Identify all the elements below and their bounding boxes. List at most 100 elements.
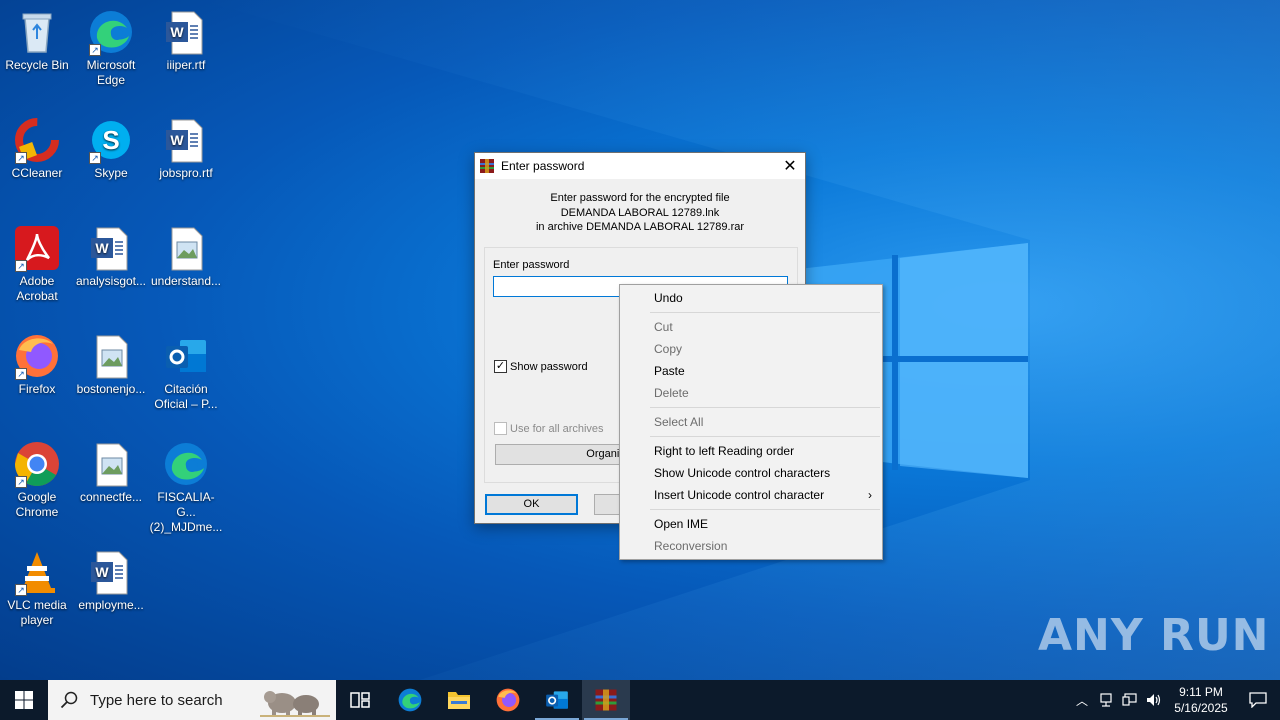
menu-item-delete[interactable]: Delete — [620, 382, 882, 404]
edge-icon — [398, 688, 422, 712]
recycle-bin-icon — [13, 8, 61, 56]
word-doc-icon: W — [162, 8, 210, 56]
menu-item-show-unicode[interactable]: Show Unicode control characters — [620, 462, 882, 484]
task-view-button[interactable] — [336, 680, 384, 720]
desktop-icon-recycle-bin[interactable]: Recycle Bin — [0, 8, 75, 73]
menu-item-insert-unicode[interactable]: Insert Unicode control character › — [620, 484, 882, 506]
checkmark-icon: ✓ — [494, 360, 507, 373]
taskbar-firefox[interactable] — [484, 680, 532, 720]
show-password-checkbox[interactable]: ✓ Show password — [494, 360, 588, 373]
ok-button[interactable]: OK — [485, 494, 578, 515]
desktop-icon-microsoft-edge[interactable]: ↗ Microsoft Edge — [73, 8, 149, 88]
image-file-icon — [87, 440, 135, 488]
taskbar-search-box[interactable]: Type here to search — [48, 680, 336, 720]
shortcut-arrow-icon: ↗ — [89, 152, 101, 164]
menu-item-undo[interactable]: Undo — [620, 287, 882, 309]
desktop-icon-skype[interactable]: S ↗ Skype — [73, 116, 149, 181]
word-doc-icon: W — [87, 224, 135, 272]
clock-date: 5/16/2025 — [1174, 701, 1228, 715]
search-placeholder: Type here to search — [90, 691, 223, 709]
desktop-icon-fiscalia[interactable]: FISCALIA-G... (2)_MJDme... — [148, 440, 224, 535]
menu-separator — [650, 407, 880, 408]
menu-item-cut[interactable]: Cut — [620, 316, 882, 338]
desktop-icon-employme[interactable]: W employme... — [73, 548, 149, 613]
taskbar-file-explorer[interactable] — [435, 680, 483, 720]
desktop-icon-ccleaner[interactable]: ↗ CCleaner — [0, 116, 75, 181]
task-view-icon — [350, 692, 370, 708]
use-for-all-archives-checkbox[interactable]: Use for all archives — [494, 422, 604, 435]
skype-icon: S ↗ — [87, 116, 135, 164]
clock-time: 9:11 PM — [1179, 685, 1223, 699]
chevron-up-icon[interactable]: ︿ — [1070, 692, 1094, 709]
edge-icon — [162, 440, 210, 488]
shortcut-arrow-icon: ↗ — [15, 476, 27, 488]
file-explorer-icon — [448, 692, 470, 709]
taskbar-outlook[interactable] — [533, 680, 581, 720]
context-menu: Undo Cut Copy Paste Delete Select All Ri… — [619, 284, 883, 560]
taskbar: Type here to search ︿ 9:11 PM 5/16/2025 — [0, 680, 1280, 720]
menu-item-select-all[interactable]: Select All — [620, 411, 882, 433]
shortcut-arrow-icon: ↗ — [15, 584, 27, 596]
menu-item-open-ime[interactable]: Open IME — [620, 513, 882, 535]
desktop-icon-jobspro[interactable]: W jobspro.rtf — [148, 116, 224, 181]
shortcut-arrow-icon: ↗ — [15, 152, 27, 164]
firefox-icon — [496, 688, 520, 712]
menu-item-reconversion[interactable]: Reconversion — [620, 535, 882, 557]
password-label: Enter password — [493, 259, 570, 271]
svg-text:W: W — [170, 132, 184, 148]
vlc-icon: ↗ — [13, 548, 61, 596]
elephants-search-highlight-icon — [260, 691, 330, 717]
menu-item-copy[interactable]: Copy — [620, 338, 882, 360]
acrobat-icon: ↗ — [13, 224, 61, 272]
taskbar-edge[interactable] — [386, 680, 434, 720]
outlook-icon — [546, 691, 568, 709]
svg-text:W: W — [95, 564, 109, 580]
desktop-icon-vlc[interactable]: ↗ VLC media player — [0, 548, 75, 628]
desktop-icon-bostonenjo[interactable]: bostonenjo... — [73, 332, 149, 397]
desktop-icon-google-chrome[interactable]: ↗ Google Chrome — [0, 440, 75, 520]
desktop-icon-iiiper[interactable]: W iiiper.rtf — [148, 8, 224, 73]
winrar-icon — [595, 689, 617, 711]
menu-separator — [650, 312, 880, 313]
desktop-icon-analysisgot[interactable]: W analysisgot... — [73, 224, 149, 289]
dialog-title: Enter password — [501, 159, 585, 173]
network-icon[interactable] — [1118, 693, 1142, 707]
word-doc-icon: W — [162, 116, 210, 164]
windows-start-icon — [15, 691, 33, 709]
volume-icon[interactable] — [1142, 693, 1166, 707]
svg-text:W: W — [170, 24, 184, 40]
start-button[interactable] — [0, 680, 48, 720]
notification-icon[interactable] — [1236, 692, 1280, 708]
network-adapter-icon[interactable] — [1094, 693, 1118, 707]
svg-text:W: W — [95, 240, 109, 256]
taskbar-winrar[interactable] — [582, 680, 630, 720]
desktop-icon-firefox[interactable]: ↗ Firefox — [0, 332, 75, 397]
anyrun-watermark: ANY RUN — [1038, 610, 1270, 661]
menu-item-rtl-reading-order[interactable]: Right to left Reading order — [620, 440, 882, 462]
menu-separator — [650, 509, 880, 510]
shortcut-arrow-icon: ↗ — [15, 368, 27, 380]
svg-text:S: S — [102, 125, 119, 155]
close-icon[interactable]: ✕ — [775, 153, 805, 179]
edge-icon: ↗ — [87, 8, 135, 56]
menu-separator — [650, 436, 880, 437]
menu-item-paste[interactable]: Paste — [620, 360, 882, 382]
ccleaner-icon: ↗ — [13, 116, 61, 164]
word-doc-icon: W — [87, 548, 135, 596]
desktop-icon-citacion-oficial[interactable]: Citación Oficial – P... — [148, 332, 224, 412]
shortcut-arrow-icon: ↗ — [15, 260, 27, 272]
outlook-icon — [162, 332, 210, 380]
desktop-icon-understand[interactable]: understand... — [148, 224, 224, 289]
dialog-info: Enter password for the encrypted file DE… — [535, 192, 745, 233]
search-icon — [60, 691, 78, 709]
clock[interactable]: 9:11 PM 5/16/2025 — [1166, 684, 1236, 716]
winrar-icon — [479, 158, 495, 174]
image-file-icon — [162, 224, 210, 272]
image-file-icon — [87, 332, 135, 380]
dialog-titlebar[interactable]: Enter password ✕ — [475, 153, 805, 179]
chrome-icon: ↗ — [13, 440, 61, 488]
chevron-right-icon: › — [868, 488, 872, 502]
desktop-icon-connectfe[interactable]: connectfe... — [73, 440, 149, 505]
desktop-icon-adobe-acrobat[interactable]: ↗ Adobe Acrobat — [0, 224, 75, 304]
firefox-icon: ↗ — [13, 332, 61, 380]
